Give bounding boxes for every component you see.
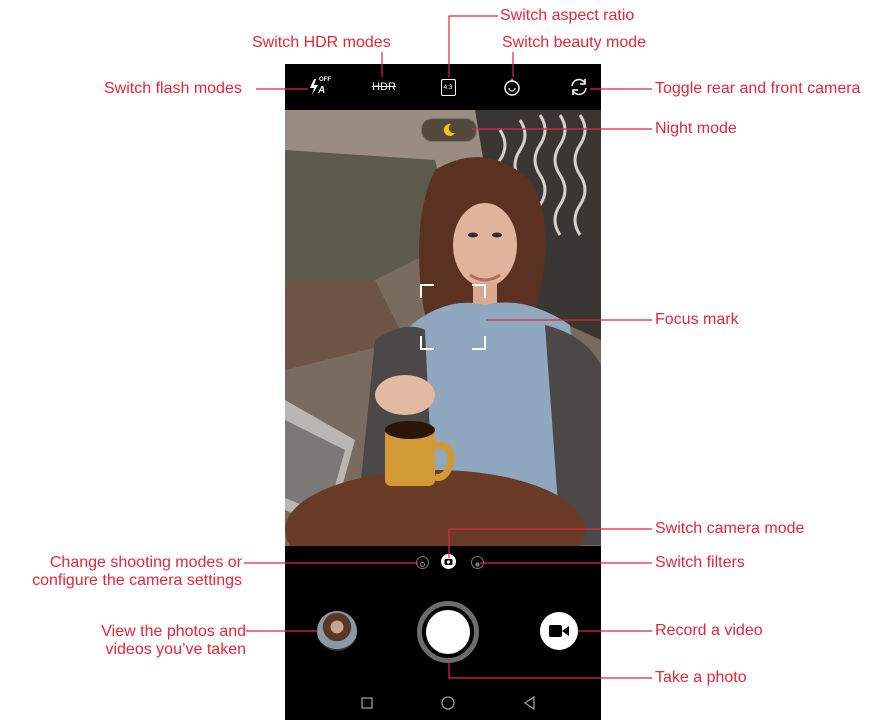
shutter-button[interactable] bbox=[417, 601, 479, 663]
night-mode-button[interactable] bbox=[421, 118, 477, 142]
callout-change-shooting-modes-line2: configure the camera settings bbox=[32, 572, 242, 589]
recent-apps-icon[interactable] bbox=[359, 695, 375, 711]
callout-switch-filters: Switch filters bbox=[655, 554, 745, 571]
system-nav-bar bbox=[285, 690, 601, 720]
moon-icon bbox=[443, 123, 455, 136]
flash-mode-text: A bbox=[318, 85, 326, 96]
callout-toggle-camera: Toggle rear and front camera bbox=[655, 80, 861, 97]
flash-icon: OFF A bbox=[307, 76, 331, 98]
beauty-mode-button[interactable] bbox=[501, 76, 523, 98]
back-icon[interactable] bbox=[522, 695, 538, 711]
gallery-thumbnail[interactable] bbox=[317, 611, 357, 651]
filter-icon bbox=[475, 562, 480, 567]
settings-button[interactable] bbox=[416, 556, 429, 569]
callout-switch-beauty-mode: Switch beauty mode bbox=[502, 34, 647, 51]
callout-record-video: Record a video bbox=[655, 622, 763, 639]
mode-strip bbox=[285, 546, 601, 578]
callout-switch-camera-mode: Switch camera mode bbox=[655, 520, 805, 537]
callout-switch-flash-modes: Switch flash modes bbox=[104, 80, 242, 97]
callout-take-photo: Take a photo bbox=[655, 669, 747, 686]
aspect-ratio-icon: 4:3 bbox=[440, 78, 456, 96]
capture-controls bbox=[285, 578, 601, 720]
shutter-inner bbox=[426, 610, 470, 654]
settings-icon bbox=[420, 562, 425, 567]
flash-state-text: OFF bbox=[319, 77, 331, 83]
switch-camera-button[interactable] bbox=[568, 76, 590, 98]
switch-camera-icon bbox=[571, 78, 587, 96]
record-video-button[interactable] bbox=[540, 612, 578, 650]
callout-view-photos-line1: View the photos and bbox=[101, 623, 246, 640]
callout-change-shooting-modes-line1: Change shooting modes or bbox=[49, 554, 242, 571]
filters-button[interactable] bbox=[471, 556, 484, 569]
video-icon bbox=[549, 625, 569, 637]
aspect-ratio-text: 4:3 bbox=[443, 83, 453, 91]
camera-viewfinder[interactable] bbox=[285, 110, 601, 546]
callout-switch-hdr-modes: Switch HDR modes bbox=[252, 34, 391, 51]
home-icon[interactable] bbox=[440, 695, 456, 711]
callout-focus-mark: Focus mark bbox=[655, 311, 739, 328]
camera-top-toolbar: OFF A HDR 4:3 bbox=[285, 64, 601, 110]
callout-view-photos-line2: videos you’ve taken bbox=[105, 641, 246, 658]
camera-app-screen: OFF A HDR 4:3 bbox=[285, 64, 601, 720]
callout-night-mode: Night mode bbox=[655, 120, 737, 137]
aspect-ratio-button[interactable]: 4:3 bbox=[437, 76, 459, 98]
callout-switch-aspect-ratio: Switch aspect ratio bbox=[500, 7, 635, 24]
beauty-icon bbox=[504, 78, 520, 96]
focus-mark bbox=[420, 284, 486, 350]
hdr-mode-button[interactable]: HDR bbox=[371, 76, 397, 98]
hdr-icon: HDR bbox=[372, 81, 396, 93]
camera-mode-button[interactable] bbox=[441, 554, 456, 569]
camera-mode-icon bbox=[444, 559, 453, 565]
flash-mode-button[interactable]: OFF A bbox=[307, 76, 331, 98]
